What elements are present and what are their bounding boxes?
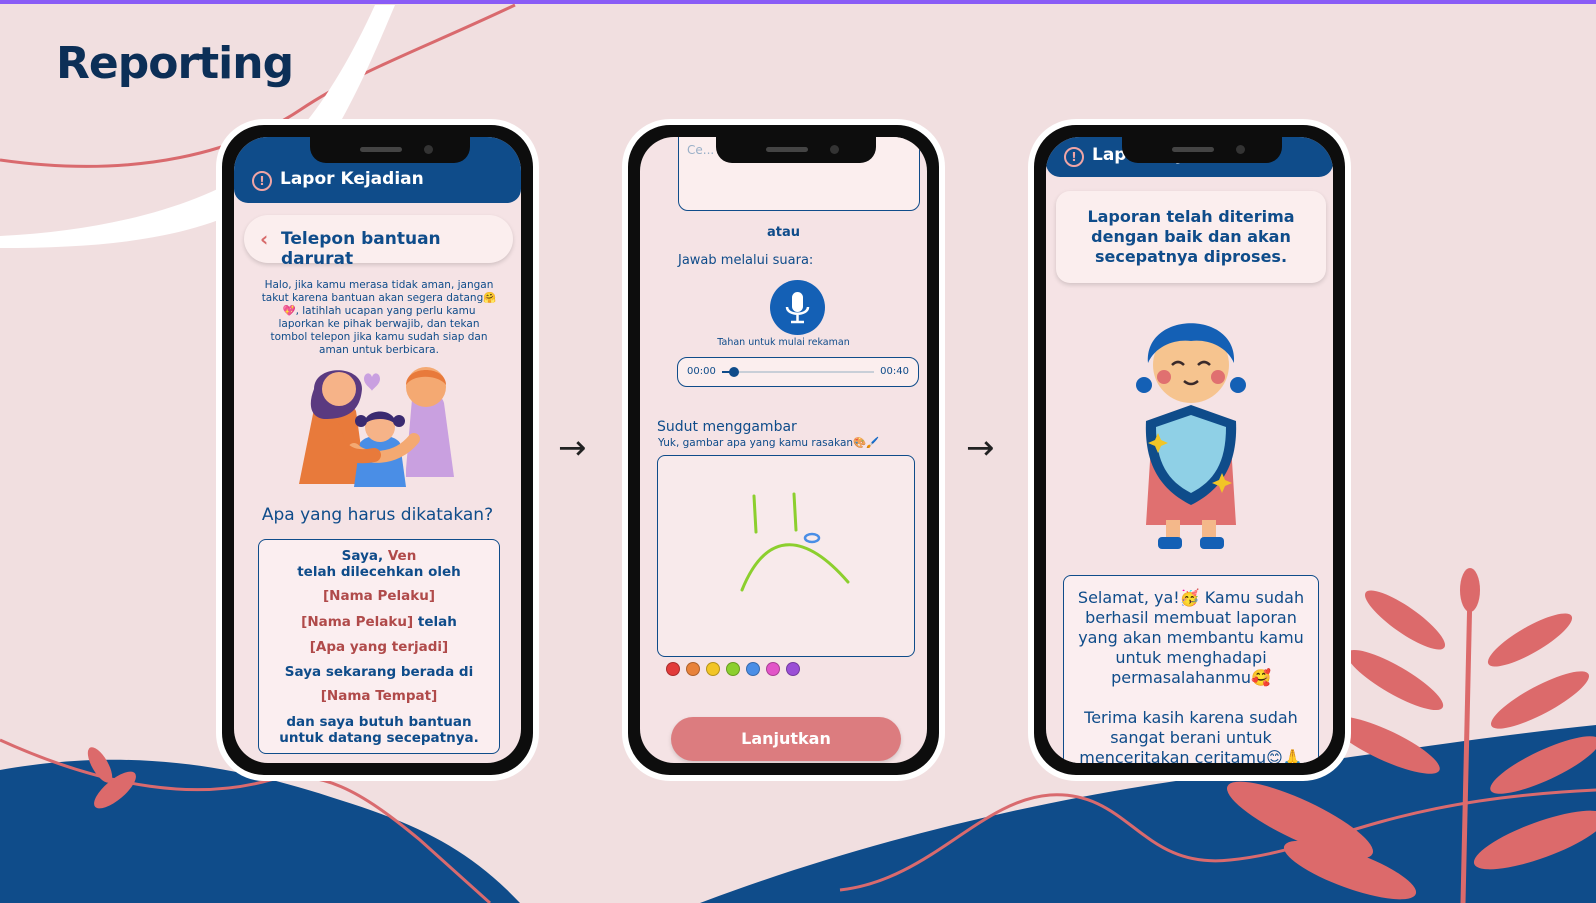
congrats-message: Selamat, ya!🥳 Kamu sudah berhasil membua… <box>1077 588 1305 687</box>
microphone-icon <box>785 292 810 324</box>
color-palette <box>666 661 806 680</box>
script-card: Saya, Ven telah dilecehkan oleh [Nama Pe… <box>258 539 500 754</box>
congrats-card: Selamat, ya!🥳 Kamu sudah berhasil membua… <box>1063 575 1319 763</box>
color-swatch[interactable] <box>786 662 800 676</box>
phone-mockup-emergency-call: ! Lapor Kejadian ‹ Telepon bantuan darur… <box>216 119 539 781</box>
record-caption: Tahan untuk mulai rekaman <box>717 337 850 348</box>
record-button[interactable] <box>770 280 825 335</box>
script-placeholder-place: [Nama Tempat] <box>320 688 438 704</box>
color-swatch[interactable] <box>726 662 740 676</box>
phone-mockup-confirmation: ! Lapor Kejadian Laporan telah diterima … <box>1028 119 1351 781</box>
phone-notch <box>716 137 876 163</box>
phone-screen: ! Lapor Kejadian Laporan telah diterima … <box>1046 137 1333 763</box>
question-heading: Apa yang harus dikatakan? <box>261 505 494 525</box>
color-swatch[interactable] <box>706 662 720 676</box>
color-swatch[interactable] <box>746 662 760 676</box>
thanks-message: Terima kasih karena sudah sangat berani … <box>1079 708 1303 763</box>
total-time: 00:40 <box>880 366 909 377</box>
phone-notch <box>1122 137 1282 163</box>
drawing-canvas[interactable] <box>657 455 915 657</box>
family-hug-illustration <box>299 367 454 487</box>
sad-face-drawing <box>740 492 850 592</box>
page-title: Reporting <box>56 38 294 89</box>
script-line: [Nama Pelaku] telah <box>259 614 499 630</box>
drawing-title: Sudut menggambar <box>657 419 797 435</box>
back-header-label: Telepon bantuan darurat <box>281 229 441 269</box>
color-swatch[interactable] <box>666 662 680 676</box>
color-swatch[interactable] <box>766 662 780 676</box>
chevron-left-icon[interactable]: ‹ <box>260 227 268 251</box>
audio-progress-track[interactable] <box>722 367 874 377</box>
audio-player: 00:00 00:40 <box>677 357 919 387</box>
drawing-subtitle: Yuk, gambar apa yang kamu rasakan🎨🖌️ <box>658 437 880 449</box>
script-line: telah dilecehkan oleh <box>297 564 461 580</box>
phone-mockup-voice-drawing: Ce... ...an saat ini.. atau Jawab melalu… <box>622 119 945 781</box>
current-time: 00:00 <box>687 366 716 377</box>
script-placeholder-event: [Apa yang terjadi] <box>309 639 449 655</box>
audio-progress-knob[interactable] <box>729 367 740 377</box>
app-bar-title: Lapor Kejadian <box>280 169 424 189</box>
voice-answer-label: Jawab melalui suara: <box>678 253 814 268</box>
or-divider: atau <box>766 225 800 240</box>
continue-button[interactable]: Lanjutkan <box>671 717 901 761</box>
script-line: Saya, Ven <box>259 548 499 564</box>
script-name-field: Ven <box>387 548 417 564</box>
arrow-right-icon: → <box>966 428 995 468</box>
phone-screen: Ce... ...an saat ini.. atau Jawab melalu… <box>640 137 927 763</box>
script-placeholder-perpetrator: [Nama Pelaku] <box>301 614 414 630</box>
back-header-button[interactable]: ‹ Telepon bantuan darurat <box>244 215 513 269</box>
warning-icon: ! <box>252 171 272 191</box>
script-placeholder-perpetrator: [Nama Pelaku] <box>322 588 435 604</box>
warning-icon: ! <box>1064 147 1084 167</box>
phone-screen: ! Lapor Kejadian ‹ Telepon bantuan darur… <box>234 137 521 763</box>
phone-notch <box>310 137 470 163</box>
script-line: Saya sekarang berada di <box>284 664 474 680</box>
girl-with-shield-illustration <box>1136 323 1246 549</box>
confirmation-card: Laporan telah diterima dengan baik dan a… <box>1056 191 1326 283</box>
arrow-right-icon: → <box>558 428 587 468</box>
script-text: telah <box>417 614 457 630</box>
intro-text: Halo, jika kamu merasa tidak aman, janga… <box>261 279 497 356</box>
color-swatch[interactable] <box>686 662 700 676</box>
script-text: Saya, <box>341 548 384 564</box>
script-line: dan saya butuh bantuan untuk datang sece… <box>279 714 479 746</box>
